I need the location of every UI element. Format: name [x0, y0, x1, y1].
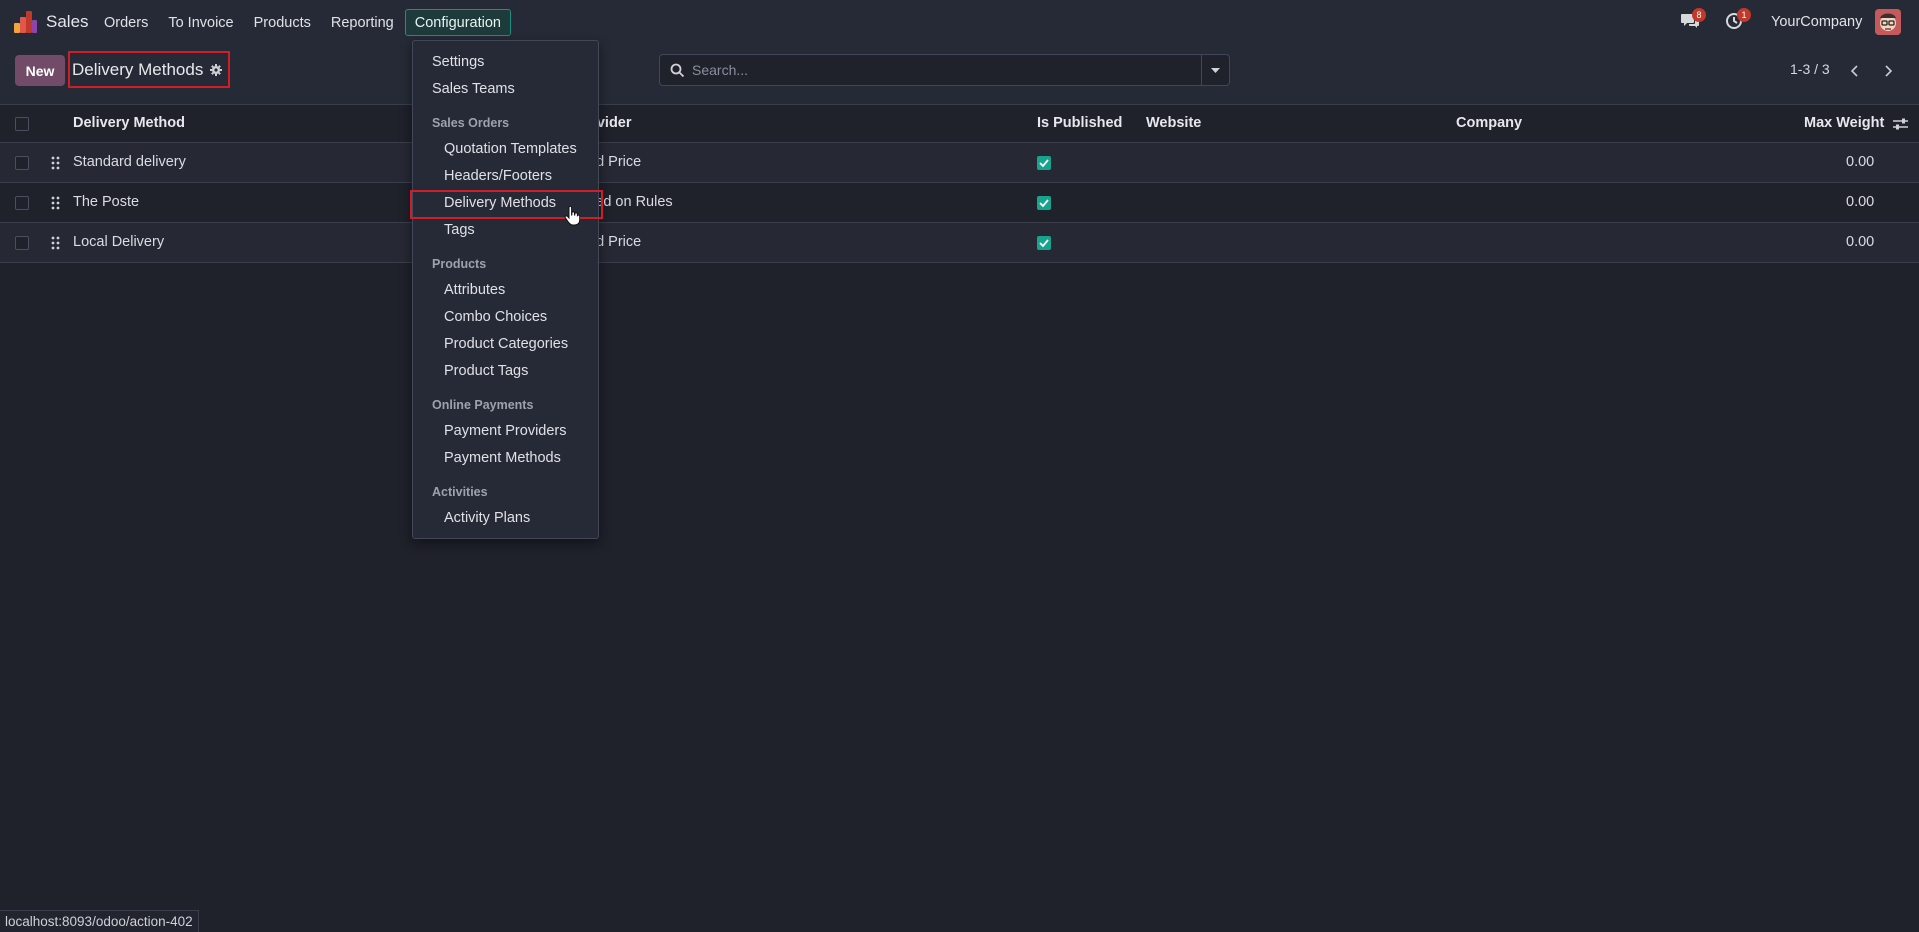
row-checkbox[interactable]	[15, 196, 29, 210]
menu-product-categories[interactable]: Product Categories	[413, 330, 598, 357]
search-options-toggle[interactable]	[1201, 55, 1229, 85]
main-menu: Orders To Invoice Products Reporting Con…	[95, 0, 513, 45]
col-company[interactable]: Company	[1456, 115, 1522, 131]
control-panel: New Delivery Methods 1-3 / 3	[0, 45, 1919, 105]
cell-delivery-method: Standard delivery	[73, 154, 186, 170]
menu-payment-providers[interactable]: Payment Providers	[413, 417, 598, 444]
cell-max-weight: 0.00	[1846, 154, 1875, 170]
menu-payment-methods[interactable]: Payment Methods	[413, 444, 598, 471]
menu-product-tags[interactable]: Product Tags	[413, 357, 598, 384]
search-icon	[670, 63, 685, 78]
breadcrumb: Delivery Methods	[68, 51, 230, 88]
col-website[interactable]: Website	[1146, 115, 1201, 131]
optional-columns-icon[interactable]	[1893, 117, 1908, 131]
menu-combo-choices[interactable]: Combo Choices	[413, 303, 598, 330]
cell-max-weight: 0.00	[1846, 234, 1875, 250]
section-sales-orders: Sales Orders	[432, 116, 510, 130]
pager-previous-button[interactable]	[1841, 55, 1869, 86]
cell-delivery-method: Local Delivery	[73, 234, 165, 250]
new-button[interactable]: New	[15, 55, 65, 86]
drag-handle-icon[interactable]	[51, 236, 61, 250]
table-row[interactable]: Local Delivery ed Price 0.00	[0, 223, 1919, 263]
user-avatar[interactable]	[1875, 9, 1901, 35]
menu-configuration[interactable]: Configuration	[404, 9, 511, 36]
chevron-right-icon	[1885, 64, 1892, 77]
app-brand[interactable]: Sales	[46, 12, 89, 32]
row-checkbox[interactable]	[15, 156, 29, 170]
menu-orders[interactable]: Orders	[95, 9, 157, 36]
table-row[interactable]: Standard delivery ed Price 0.00	[0, 143, 1919, 183]
activities-badge: 1	[1737, 8, 1751, 22]
sales-app-icon[interactable]	[14, 11, 38, 33]
section-products: Products	[432, 257, 487, 271]
configuration-dropdown: Settings Sales Teams Sales Orders Quotat…	[410, 40, 603, 539]
checkmark-icon	[1039, 159, 1049, 167]
messages-button[interactable]: 8	[1680, 8, 1706, 32]
table-header: Delivery Method ovider Is Published Webs…	[0, 105, 1919, 143]
cell-max-weight: 0.00	[1846, 194, 1875, 210]
col-max-weight[interactable]: Max Weight	[1804, 115, 1884, 131]
gear-icon[interactable]	[210, 63, 223, 76]
menu-quotation-templates[interactable]: Quotation Templates	[413, 135, 598, 162]
col-is-published[interactable]: Is Published	[1037, 115, 1122, 131]
pager-next-button[interactable]	[1874, 55, 1902, 86]
company-switcher[interactable]: YourCompany	[1771, 14, 1862, 30]
url-statusbar: localhost:8093/odoo/action-402	[0, 910, 199, 932]
select-all-checkbox[interactable]	[15, 117, 29, 131]
row-checkbox[interactable]	[15, 236, 29, 250]
menu-to-invoice[interactable]: To Invoice	[159, 9, 242, 36]
published-checkbox[interactable]	[1037, 156, 1051, 170]
published-checkbox[interactable]	[1037, 236, 1051, 250]
menu-activity-plans[interactable]: Activity Plans	[413, 504, 598, 531]
menu-sales-teams[interactable]: Sales Teams	[413, 75, 598, 102]
caret-down-icon	[1211, 67, 1220, 73]
menu-attributes[interactable]: Attributes	[413, 276, 598, 303]
menu-headers-footers[interactable]: Headers/Footers	[413, 162, 598, 189]
messages-badge: 8	[1692, 8, 1706, 22]
menu-products[interactable]: Products	[245, 9, 320, 36]
top-navbar: Sales Orders To Invoice Products Reporti…	[0, 0, 1919, 45]
search-input[interactable]	[692, 55, 1182, 85]
checkmark-icon	[1039, 199, 1049, 207]
section-online-payments: Online Payments	[432, 398, 534, 412]
checkmark-icon	[1039, 239, 1049, 247]
table-row[interactable]: The Poste sed on Rules 0.00	[0, 183, 1919, 223]
chevron-left-icon	[1851, 64, 1858, 77]
menu-reporting[interactable]: Reporting	[322, 9, 403, 36]
page-title: Delivery Methods	[72, 59, 204, 79]
hand-pointer-icon	[564, 206, 580, 226]
section-activities: Activities	[432, 485, 488, 499]
avatar-face-icon	[1875, 9, 1901, 35]
col-delivery-method[interactable]: Delivery Method	[73, 115, 185, 131]
drag-handle-icon[interactable]	[51, 156, 61, 170]
search-bar	[659, 54, 1230, 86]
drag-handle-icon[interactable]	[51, 196, 61, 210]
delivery-methods-table: Delivery Method ovider Is Published Webs…	[0, 105, 1919, 263]
activities-button[interactable]: 1	[1725, 8, 1751, 32]
menu-settings[interactable]: Settings	[413, 48, 598, 75]
pager-value[interactable]: 1-3 / 3	[1790, 61, 1830, 77]
cell-delivery-method: The Poste	[73, 194, 140, 210]
published-checkbox[interactable]	[1037, 196, 1051, 210]
